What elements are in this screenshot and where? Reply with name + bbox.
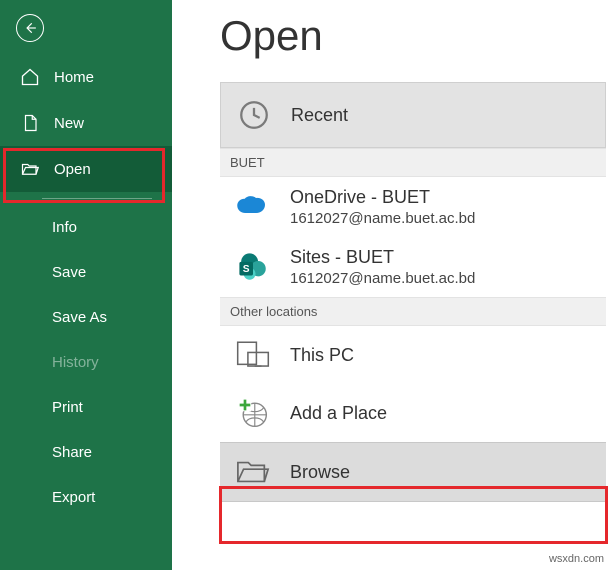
- location-label: Recent: [291, 105, 348, 126]
- new-icon: [20, 113, 40, 133]
- back-arrow-icon: [23, 21, 37, 35]
- folder-open-icon: [20, 159, 40, 179]
- clock-icon: [235, 96, 273, 134]
- sidebar-item-print[interactable]: Print: [0, 385, 172, 430]
- sidebar-item-info[interactable]: Info: [0, 205, 172, 250]
- location-onedrive[interactable]: OneDrive - BUET 1612027@name.buet.ac.bd: [220, 177, 606, 237]
- sharepoint-icon: S: [234, 248, 272, 286]
- location-title: OneDrive - BUET: [290, 187, 475, 208]
- location-title: Sites - BUET: [290, 247, 475, 268]
- onedrive-icon: [234, 188, 272, 226]
- location-thispc[interactable]: This PC: [220, 326, 606, 384]
- sidebar-item-saveas[interactable]: Save As: [0, 295, 172, 340]
- sidebar-divider: [42, 198, 152, 199]
- sidebar-item-export[interactable]: Export: [0, 475, 172, 520]
- sidebar-item-save[interactable]: Save: [0, 250, 172, 295]
- sidebar-item-share[interactable]: Share: [0, 430, 172, 475]
- back-button[interactable]: [16, 14, 44, 42]
- pc-icon: [234, 336, 272, 374]
- location-subtitle: 1612027@name.buet.ac.bd: [290, 210, 475, 227]
- sidebar-item-label: Home: [54, 69, 94, 86]
- sidebar-item-new[interactable]: New: [0, 100, 172, 146]
- location-browse[interactable]: Browse: [220, 442, 606, 502]
- section-header-other: Other locations: [220, 297, 606, 326]
- sidebar-item-open[interactable]: Open: [0, 146, 172, 192]
- locations-list: Recent BUET OneDrive - BUET 1612027@name…: [220, 82, 606, 502]
- location-subtitle: 1612027@name.buet.ac.bd: [290, 270, 475, 287]
- watermark: wsxdn.com: [549, 553, 604, 565]
- location-title: This PC: [290, 345, 354, 366]
- location-sites[interactable]: S Sites - BUET 1612027@name.buet.ac.bd: [220, 237, 606, 297]
- sidebar: Home New Open Info Save Save As History …: [0, 0, 172, 570]
- add-place-icon: [234, 394, 272, 432]
- location-title: Add a Place: [290, 403, 387, 424]
- location-title: Browse: [290, 462, 350, 483]
- home-icon: [20, 67, 40, 87]
- page-title: Open: [172, 0, 612, 82]
- section-header-buet: BUET: [220, 148, 606, 177]
- main-panel: Open Recent BUET OneDrive - BUET 1612027…: [172, 0, 612, 570]
- sidebar-item-label: Open: [54, 161, 91, 178]
- location-recent[interactable]: Recent: [220, 82, 606, 148]
- sidebar-item-label: New: [54, 115, 84, 132]
- sidebar-item-history: History: [0, 340, 172, 385]
- location-addplace[interactable]: Add a Place: [220, 384, 606, 442]
- sidebar-item-home[interactable]: Home: [0, 54, 172, 100]
- svg-text:S: S: [243, 264, 250, 275]
- folder-browse-icon: [234, 453, 272, 491]
